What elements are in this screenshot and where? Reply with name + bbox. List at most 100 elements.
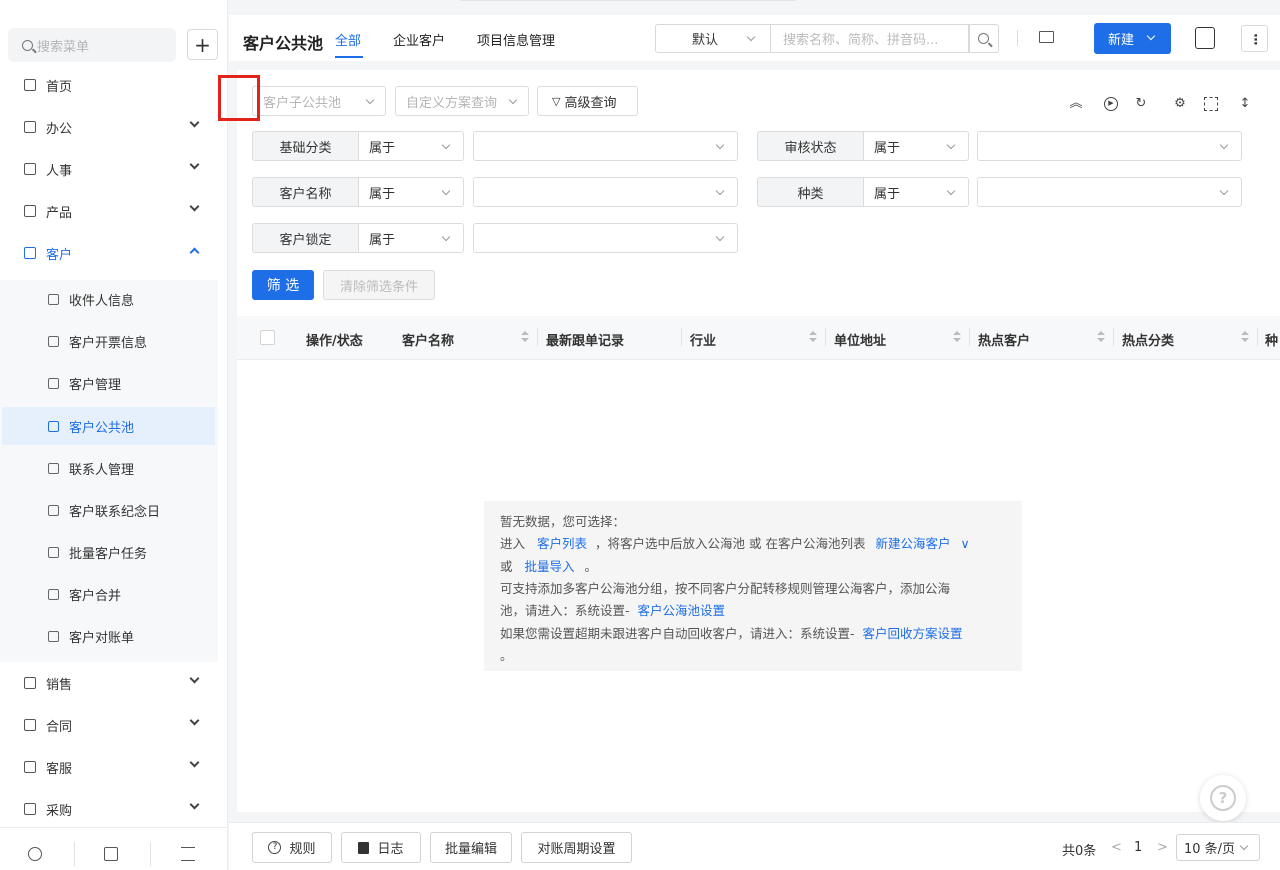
task-icon <box>48 546 59 558</box>
filter-operator-select[interactable]: 属于 <box>358 177 464 207</box>
nav-contract[interactable]: 合同 <box>0 704 218 746</box>
tab-enterprise-customers[interactable]: 企业客户 <box>393 30 445 49</box>
nav-home[interactable]: 首页 <box>0 64 218 106</box>
custom-scheme-select[interactable]: 自定义方案查询 <box>395 86 529 116</box>
user-search-icon[interactable] <box>1195 27 1215 49</box>
speaker-icon <box>48 293 59 305</box>
nav-product[interactable]: 产品 <box>0 190 218 232</box>
filter-value-select[interactable] <box>473 223 738 253</box>
submenu-statement[interactable]: 客户对账单 <box>0 617 218 655</box>
contract-icon <box>24 719 36 731</box>
search-button[interactable] <box>968 24 999 53</box>
sub-pool-select[interactable]: 客户子公共池 <box>252 86 386 116</box>
hr-icon <box>24 163 36 175</box>
filter-value-select[interactable] <box>473 177 738 207</box>
nav-office[interactable]: 办公 <box>0 106 218 148</box>
submenu-batch-tasks[interactable]: 批量客户任务 <box>0 533 218 571</box>
view-select[interactable]: 默认 <box>655 24 771 53</box>
collapse-up-icon[interactable]: ︽ <box>1069 97 1083 111</box>
history-icon[interactable] <box>28 847 42 861</box>
page-size-select[interactable]: 10 条/页 <box>1176 834 1260 861</box>
vertical-resize-icon[interactable]: ↕ <box>1238 97 1252 111</box>
chevron-down-icon <box>1146 31 1156 41</box>
nav-label: 首页 <box>46 79 73 95</box>
rules-button[interactable]: ? 规则 <box>252 832 332 863</box>
more-options-button[interactable]: ··· <box>1241 25 1268 52</box>
clear-filter-button[interactable]: 清除筛选条件 <box>323 270 435 300</box>
collapse-menu-icon[interactable] <box>181 847 195 861</box>
column-header-industry[interactable]: 行业 <box>690 330 716 349</box>
refresh-icon[interactable]: ↻ <box>1134 97 1148 111</box>
column-header-customer-name[interactable]: 客户名称 <box>402 330 454 349</box>
submenu-invoice-info[interactable]: 客户开票信息 <box>0 322 218 360</box>
current-page[interactable]: 1 <box>1134 840 1142 855</box>
log-button[interactable]: 日志 <box>341 832 421 863</box>
apply-filter-button[interactable]: 筛 选 <box>252 270 314 300</box>
sort-icon[interactable] <box>809 331 817 343</box>
submenu-customer-pool[interactable]: 客户公共池 <box>2 407 215 445</box>
tab-all[interactable]: 全部 <box>335 30 361 49</box>
chevron-down-icon <box>189 117 200 128</box>
tab-project-info[interactable]: 项目信息管理 <box>477 30 555 49</box>
settings-sliders-icon[interactable] <box>104 847 118 861</box>
gear-icon[interactable]: ⚙ <box>1173 97 1187 111</box>
next-page-button[interactable]: > <box>1157 840 1168 855</box>
nav-label: 办公 <box>46 121 73 137</box>
filter-operator-select[interactable]: 属于 <box>358 223 464 253</box>
submenu-contact-management[interactable]: 联系人管理 <box>0 449 218 487</box>
sidebar-bottom-bar <box>0 827 228 870</box>
sort-icon[interactable] <box>953 331 961 343</box>
chevron-down-icon[interactable]: ∨ <box>960 536 969 551</box>
sort-icon[interactable] <box>1097 331 1105 343</box>
nav-hr[interactable]: 人事 <box>0 148 218 190</box>
customer-list-link[interactable]: 客户列表 <box>537 536 587 551</box>
menu-search-input[interactable]: 搜索菜单 <box>8 28 176 62</box>
column-header-hot-customer[interactable]: 热点客户 <box>978 330 1030 349</box>
filter-operator-select[interactable]: 属于 <box>863 131 969 161</box>
keyword-search-input[interactable]: 搜索名称、简称、拼音码... <box>770 24 970 53</box>
select-all-checkbox[interactable] <box>260 330 275 345</box>
fullscreen-icon[interactable] <box>1204 97 1218 111</box>
total-count: 共0条 <box>1062 844 1097 859</box>
nav-label: 合同 <box>46 719 73 735</box>
submenu-customer-management[interactable]: 客户管理 <box>0 364 218 402</box>
chevron-down-icon <box>946 186 956 196</box>
top-divider <box>460 0 796 1</box>
office-icon <box>24 121 36 133</box>
chart-icon <box>48 377 59 389</box>
pool-settings-link[interactable]: 客户公海池设置 <box>638 603 726 618</box>
filter-operator-select[interactable]: 属于 <box>358 131 464 161</box>
new-pool-customer-link[interactable]: 新建公海客户 <box>875 536 950 551</box>
chevron-down-icon <box>715 140 725 150</box>
help-button[interactable]: ? <box>1200 775 1246 821</box>
nav-customer[interactable]: 客户 <box>0 232 218 274</box>
new-button[interactable]: 新建 <box>1094 23 1171 54</box>
laptop-icon[interactable] <box>1039 31 1054 43</box>
batch-edit-button[interactable]: 批量编辑 <box>430 832 512 863</box>
nav-purchase[interactable]: 采购 <box>0 788 218 830</box>
prev-page-button[interactable]: < <box>1111 840 1122 855</box>
chevron-down-icon <box>1219 140 1229 150</box>
sort-icon[interactable] <box>521 331 529 343</box>
filter-value-select[interactable] <box>977 177 1242 207</box>
submenu-recipient-info[interactable]: 收件人信息 <box>0 280 218 318</box>
play-icon[interactable]: ▶ <box>1104 97 1118 111</box>
filter-value-select[interactable] <box>977 131 1242 161</box>
advanced-query-button[interactable]: ▽ 高级查询 <box>537 86 638 116</box>
filter-value-select[interactable] <box>473 131 738 161</box>
batch-import-link[interactable]: 批量导入 <box>525 559 575 574</box>
add-menu-button[interactable]: + <box>187 29 218 60</box>
chevron-down-icon <box>441 140 451 150</box>
chevron-down-icon <box>189 715 200 726</box>
submenu-anniversary[interactable]: 客户联系纪念日 <box>0 491 218 529</box>
recycle-scheme-link[interactable]: 客户回收方案设置 <box>863 626 963 641</box>
sort-icon[interactable] <box>1241 331 1249 343</box>
nav-service[interactable]: 客服 <box>0 746 218 788</box>
column-header-hot-category[interactable]: 热点分类 <box>1122 330 1174 349</box>
question-icon: ? <box>1210 785 1236 811</box>
column-header-address[interactable]: 单位地址 <box>834 330 886 349</box>
nav-sales[interactable]: 销售 <box>0 662 218 704</box>
submenu-customer-merge[interactable]: 客户合并 <box>0 575 218 613</box>
filter-operator-select[interactable]: 属于 <box>863 177 969 207</box>
statement-period-button[interactable]: 对账周期设置 <box>521 832 632 863</box>
